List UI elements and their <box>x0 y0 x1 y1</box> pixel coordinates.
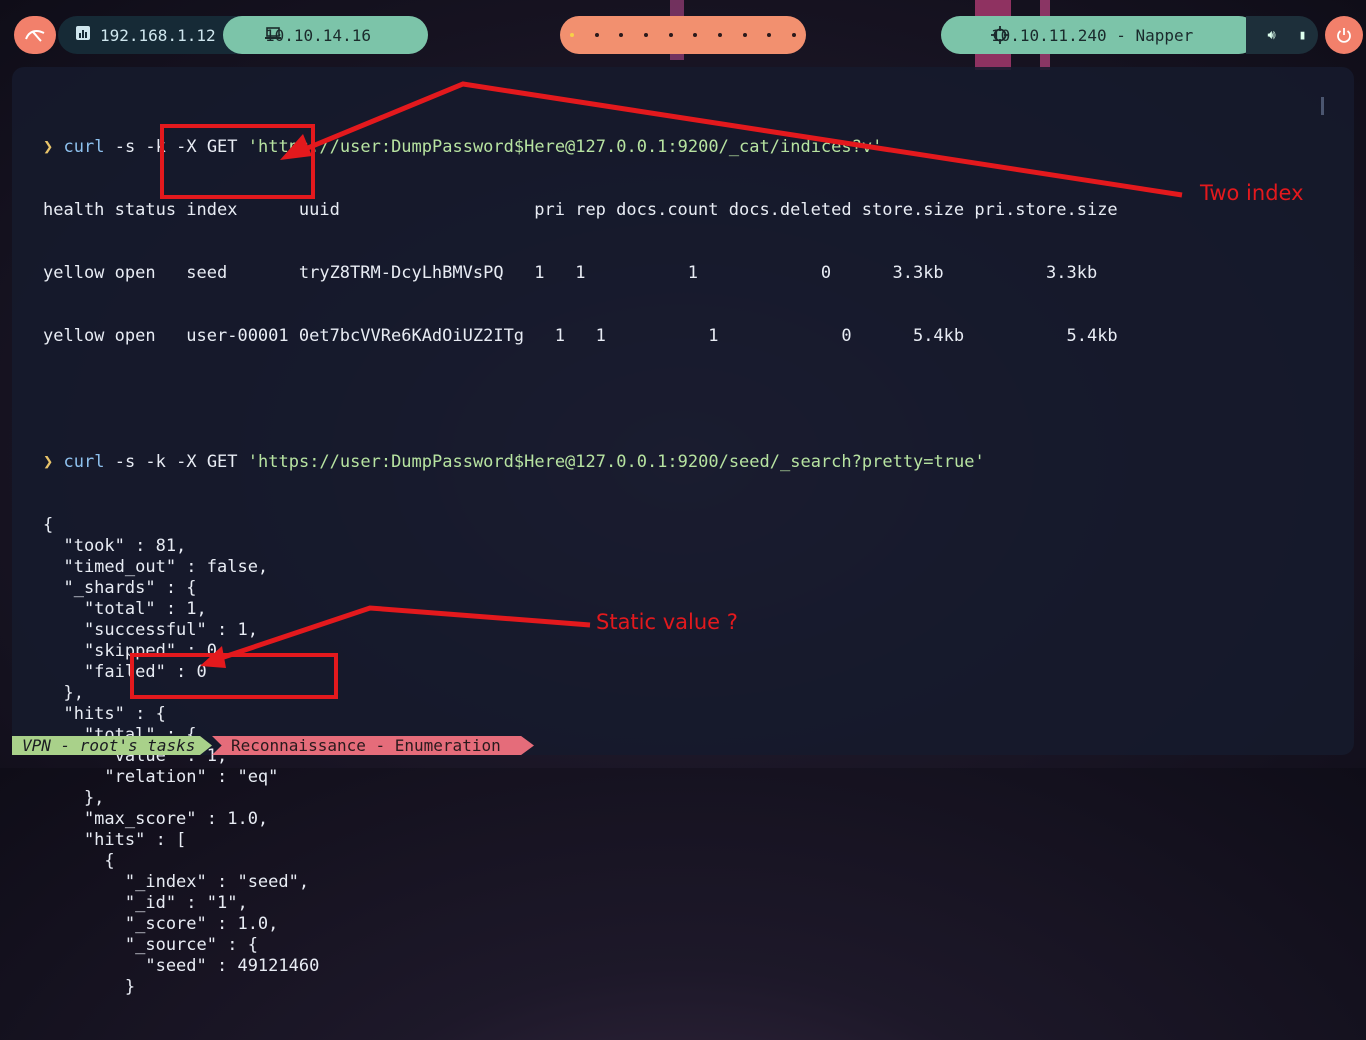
annotation-static-value: Static value ? <box>596 610 738 634</box>
json-line: "relation" : "eq" <box>43 767 279 787</box>
json-line: "_id" : "1", <box>43 893 248 913</box>
two-index-arrow <box>297 81 1183 198</box>
arrowhead <box>280 134 312 160</box>
annotation-two-index: Two index <box>1200 181 1304 205</box>
json-line: "max_score" : 1.0, <box>43 809 269 829</box>
json-line: "seed" : 49121460 <box>43 956 320 976</box>
json-line: "_score" : 1.0, <box>43 914 279 934</box>
json-line: "_source" : { <box>43 935 258 955</box>
json-line: "hits" : [ <box>43 830 187 850</box>
static-value-arrow <box>214 605 591 663</box>
index-highlight-box <box>160 124 315 199</box>
annotation-overlay <box>130 81 1183 699</box>
json-line: "_index" : "seed", <box>43 872 310 892</box>
json-line: } <box>43 977 136 997</box>
seed-highlight-box <box>130 653 338 699</box>
json-line: }, <box>43 788 105 808</box>
json-line: { <box>43 851 115 871</box>
